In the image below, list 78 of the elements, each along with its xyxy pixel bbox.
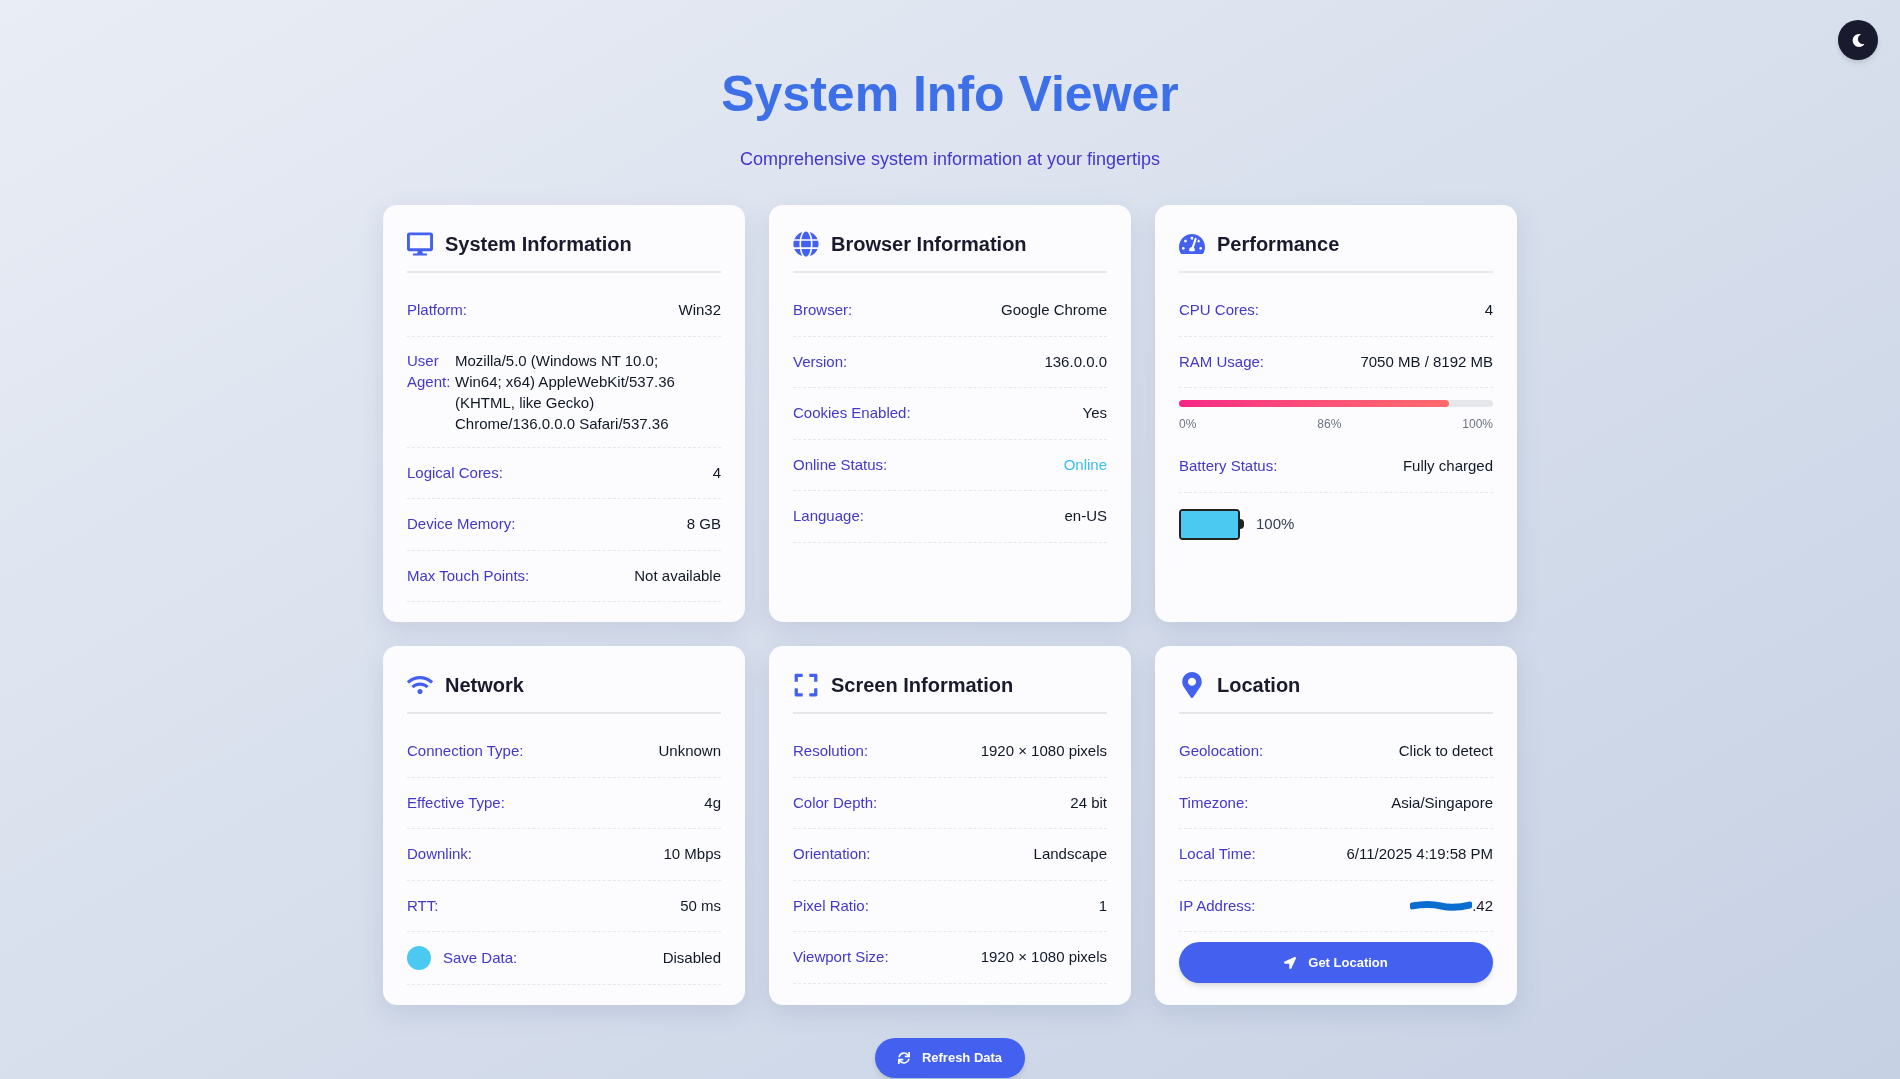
- info-label: Cookies Enabled:: [793, 403, 911, 423]
- gauge-icon: [1179, 231, 1205, 257]
- info-label: Viewport Size:: [793, 947, 889, 967]
- scale-label: 86%: [1317, 416, 1342, 433]
- info-value: 8 GB: [686, 514, 721, 534]
- info-value: 7050 MB / 8192 MB: [1360, 351, 1493, 372]
- info-value: Google Chrome: [1001, 300, 1107, 320]
- info-value: 10 Mbps: [663, 844, 721, 864]
- info-value: .42: [1472, 895, 1493, 916]
- info-label: Platform:: [407, 300, 467, 320]
- info-value: Online: [1063, 454, 1107, 475]
- info-label: Color Depth:: [793, 792, 878, 813]
- info-label: IP Address:: [1179, 895, 1256, 916]
- info-label: RTT:: [407, 895, 439, 916]
- battery-percentage: 100%: [1256, 513, 1295, 534]
- info-label: User Agent:: [407, 350, 452, 392]
- card-title: Network: [445, 673, 524, 698]
- info-value: Landscape: [1033, 844, 1107, 864]
- info-label: CPU Cores:: [1179, 300, 1260, 320]
- theme-toggle-button[interactable]: [1838, 20, 1878, 60]
- info-label: Max Touch Points:: [407, 565, 530, 586]
- info-value: Not available: [634, 565, 721, 586]
- info-label: Geolocation:: [1179, 741, 1264, 761]
- info-label: Version:: [793, 351, 848, 372]
- info-label: Language:: [793, 506, 864, 526]
- info-label: Downlink:: [407, 844, 473, 864]
- info-value: en-US: [1064, 506, 1107, 526]
- globe-icon: [793, 231, 819, 257]
- page-title: System Info Viewer: [721, 65, 1179, 124]
- info-label: Resolution:: [793, 741, 869, 761]
- info-label: Local Time:: [1179, 844, 1256, 864]
- info-value: 4: [1484, 300, 1493, 320]
- info-value: Click to detect: [1398, 741, 1493, 761]
- info-value: 4: [712, 462, 721, 483]
- info-label: RAM Usage:: [1179, 351, 1265, 372]
- info-label: Save Data:: [443, 947, 518, 968]
- info-value: Win32: [678, 300, 721, 320]
- info-label: Effective Type:: [407, 792, 505, 813]
- location-arrow-icon: [1284, 956, 1297, 969]
- info-value: Yes: [1082, 403, 1107, 423]
- info-value: 136.0.0.0: [1044, 351, 1107, 372]
- card-title: System Information: [445, 232, 632, 257]
- expand-icon: [793, 672, 819, 698]
- info-value: 1: [1098, 895, 1107, 916]
- card-title: Screen Information: [831, 673, 1014, 698]
- map-pin-icon: [1179, 672, 1205, 698]
- info-label: Online Status:: [793, 454, 888, 475]
- info-label: Pixel Ratio:: [793, 895, 869, 916]
- info-label: Logical Cores:: [407, 462, 503, 483]
- scale-label: 100%: [1462, 416, 1493, 433]
- info-label: Device Memory:: [407, 514, 516, 534]
- scale-label: 0%: [1179, 416, 1197, 433]
- refresh-button[interactable]: Refresh Data: [875, 1038, 1025, 1078]
- battery-icon: [1179, 508, 1244, 540]
- info-value: 24 bit: [1070, 792, 1107, 813]
- info-value: Asia/Singapore: [1391, 792, 1493, 813]
- info-value: Disabled: [662, 947, 721, 968]
- moon-icon: [1851, 33, 1865, 47]
- info-value: 50 ms: [680, 895, 721, 916]
- refresh-icon: [897, 1052, 910, 1064]
- info-value: Mozilla/5.0 (Windows NT 10.0; Win64; x64) AppleWebKit/537.36 (KHTML, like Gecko) Chrome/136.0.0.0 Safari/537.36: [455, 350, 676, 434]
- info-label: Browser:: [793, 300, 853, 320]
- get-location-button[interactable]: Get Location: [1179, 942, 1493, 983]
- info-label: Battery Status:: [1179, 456, 1278, 476]
- page-subtitle: Comprehensive system information at your fingertips: [739, 148, 1161, 171]
- card-title: Location: [1217, 673, 1301, 698]
- card-title: Browser Information: [831, 232, 1027, 257]
- info-value: 1920 × 1080 pixels: [980, 741, 1107, 761]
- card-title: Performance: [1217, 232, 1340, 257]
- info-value: Fully charged: [1402, 456, 1493, 476]
- info-label: Orientation:: [793, 844, 871, 864]
- info-value: 6/11/2025 4:19:58 PM: [1346, 844, 1493, 864]
- info-label: Connection Type:: [407, 741, 524, 761]
- monitor-icon: [407, 231, 433, 257]
- info-value: Unknown: [658, 741, 721, 761]
- info-value: 1920 × 1080 pixels: [980, 947, 1107, 967]
- info-value: 4g: [704, 792, 721, 813]
- info-label: Timezone:: [1179, 792, 1249, 813]
